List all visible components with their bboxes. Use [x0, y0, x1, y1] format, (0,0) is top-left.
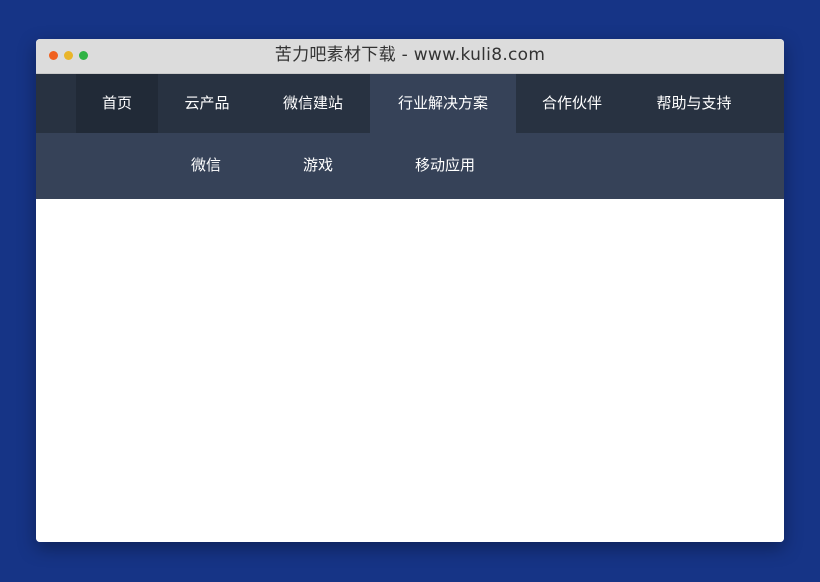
subnav-item-mobile-apps[interactable]: 移动应用 — [415, 133, 475, 199]
browser-window: 苦力吧素材下载 - www.kuli8.com 首页 云产品 微信建站 行业解决… — [36, 39, 784, 542]
sub-nav: 微信 游戏 移动应用 — [36, 133, 784, 199]
page-content-area — [36, 199, 784, 542]
nav-item-wechat-site[interactable]: 微信建站 — [256, 74, 370, 133]
subnav-item-wechat[interactable]: 微信 — [191, 133, 221, 199]
nav-item-help-support[interactable]: 帮助与支持 — [628, 74, 760, 133]
window-titlebar: 苦力吧素材下载 - www.kuli8.com — [36, 39, 784, 74]
main-nav: 首页 云产品 微信建站 行业解决方案 合作伙伴 帮助与支持 — [36, 74, 784, 133]
window-title: 苦力吧素材下载 - www.kuli8.com — [274, 45, 546, 65]
subnav-item-games[interactable]: 游戏 — [303, 133, 333, 199]
nav-item-cloud-products[interactable]: 云产品 — [158, 74, 256, 133]
nav-item-industry-solutions[interactable]: 行业解决方案 — [370, 74, 516, 133]
nav-item-partners[interactable]: 合作伙伴 — [516, 74, 628, 133]
nav-item-home[interactable]: 首页 — [76, 74, 158, 133]
